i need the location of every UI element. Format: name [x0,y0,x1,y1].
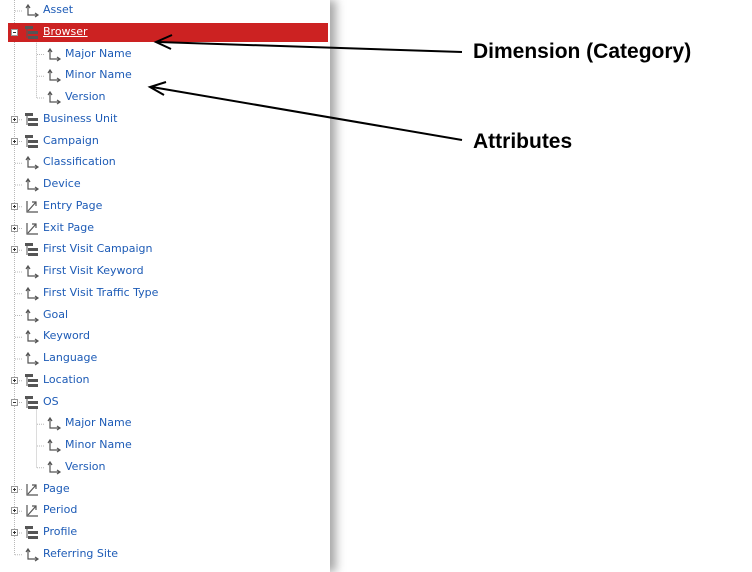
expand-icon[interactable] [11,224,18,232]
tree-item-page[interactable]: Page [0,479,330,499]
tree-item-label: Version [65,459,106,473]
dimension-icon [25,395,38,409]
attribute-icon [25,264,40,279]
tree-item-period[interactable]: Period [0,500,330,520]
tree-item-first-visit-campaign[interactable]: First Visit Campaign [0,239,330,259]
attributes-label: Attributes [473,130,573,153]
tree-item-label: Period [43,503,78,517]
tree-item-keyword[interactable]: Keyword [0,326,330,346]
dimension-icon [25,134,38,148]
tree-item-exit-page[interactable]: Exit Page [0,218,330,238]
tree-item-minor-name[interactable]: Minor Name [0,435,330,455]
dimension-icon [25,526,38,539]
attribute-icon [25,156,40,170]
dimension-icon [25,373,38,387]
dimension-category-label: Dimension (Category) [473,40,692,63]
expand-icon[interactable] [11,202,18,210]
attribute-icon [25,330,40,344]
expand-icon[interactable] [11,376,18,384]
tree-item-label: Entry Page [43,198,103,212]
attribute-icon [25,177,40,192]
expand-icon[interactable] [11,529,18,536]
attribute-icon [25,308,40,322]
tree-item-label: Location [43,372,90,386]
attribute-icon [47,460,62,475]
tree-item-first-visit-traffic-type[interactable]: First Visit Traffic Type [0,283,330,303]
expand-icon[interactable] [11,485,18,493]
tree-item-label: Language [43,351,98,364]
tree-item-major-name[interactable]: Major Name [0,44,330,64]
tree-item-location[interactable]: Location [0,370,330,390]
tree-item-label: Campaign [43,133,99,147]
tree-item-browser[interactable]: Browser [0,22,330,42]
expand-icon[interactable] [11,246,18,254]
tree-item-label: Major Name [65,46,132,60]
tree-item-device[interactable]: Device [0,174,330,194]
attribute-icon [25,351,40,366]
tree-item-language[interactable]: Language [0,348,330,368]
tree-item-business-unit[interactable]: Business Unit [0,109,330,129]
tree-item-label: Profile [43,525,78,538]
tree-item-label: Asset [43,3,74,16]
dimension-icon [25,112,38,126]
attribute-icon [25,547,40,562]
dimension-icon [25,243,38,257]
tree-item-os[interactable]: OS [0,392,330,412]
tree-item-entry-page[interactable]: Entry Page [0,196,330,216]
expand-icon[interactable] [11,137,18,145]
tree-item-version[interactable]: Version [0,457,330,477]
path-icon [26,505,38,517]
tree-item-campaign[interactable]: Campaign [0,131,330,151]
tree-item-classification[interactable]: Classification [0,152,330,172]
tree-item-label: Device [43,177,81,190]
attribute-icon [47,47,62,61]
tree-item-major-name[interactable]: Major Name [0,413,330,433]
attribute-icon [25,286,40,301]
tree-item-label: Referring Site [43,546,119,560]
tree-item-goal[interactable]: Goal [0,305,330,325]
path-icon [26,483,38,496]
tree-item-label: Minor Name [65,68,132,82]
tree-item-label: Version [65,90,106,103]
expand-icon[interactable] [11,507,18,515]
tree-item-label: First Visit Traffic Type [43,285,159,299]
tree-item-label: OS [43,394,59,408]
tree-item-minor-name[interactable]: Minor Name [0,65,330,85]
path-icon [26,222,38,235]
tree-item-first-visit-keyword[interactable]: First Visit Keyword [0,261,330,281]
tree-item-label: Major Name [65,416,132,430]
collapse-icon[interactable] [11,28,18,36]
path-icon [26,200,38,213]
attribute-icon [47,417,62,431]
attribute-icon [47,69,62,83]
tree-item-version[interactable]: Version [0,87,330,107]
tree-item-label: First Visit Keyword [43,264,144,277]
tree-item-profile[interactable]: Profile [0,522,330,542]
tree-item-referring-site[interactable]: Referring Site [0,544,330,564]
tree-item-label: Browser [43,24,88,38]
tree-item-asset[interactable]: Asset [0,0,330,20]
tree-item-label: Page [43,481,70,495]
attribute-icon [47,90,62,105]
dimension-icon [25,25,38,39]
tree-item-label: Minor Name [65,438,132,451]
tree-item-label: Goal [43,307,69,321]
tree-item-label: Exit Page [43,220,94,234]
expand-icon[interactable] [11,115,18,123]
attribute-icon [25,3,40,18]
dimension-tree-panel: Asset Browser Major Name Minor Name Vers… [0,0,330,572]
collapse-icon[interactable] [11,398,18,406]
tree-item-label: First Visit Campaign [43,242,153,256]
attribute-icon [47,438,62,453]
tree-item-label: Business Unit [43,111,118,125]
tree-item-label: Classification [43,155,116,169]
tree-item-label: Keyword [43,329,90,343]
